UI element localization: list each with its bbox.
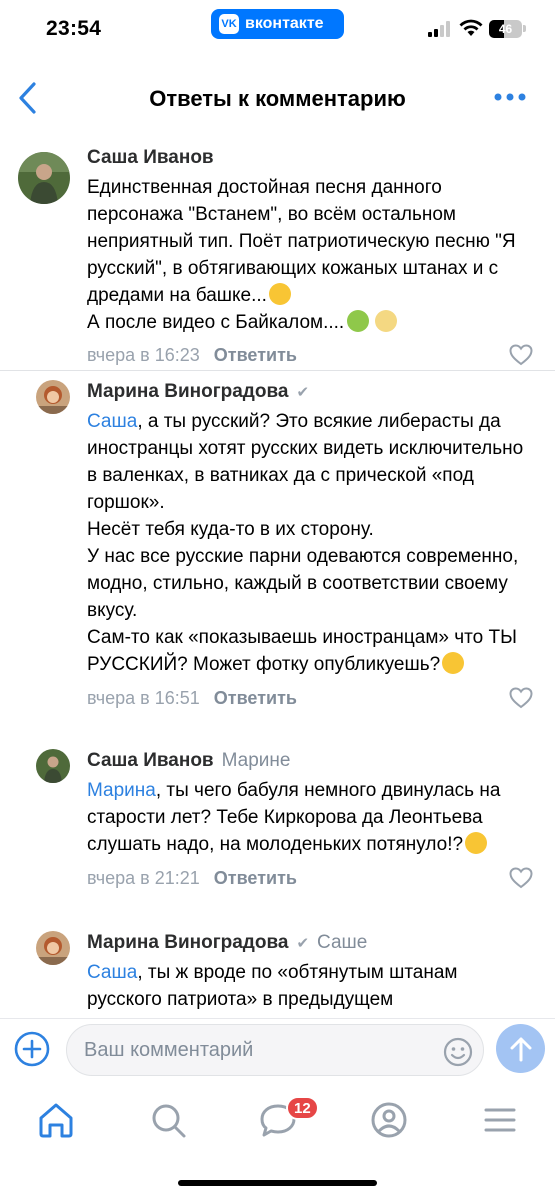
battery-icon: 46 — [489, 20, 522, 38]
nav-header: Ответы к комментарию — [0, 62, 555, 134]
comment-author[interactable]: Саша Иванов — [87, 144, 537, 172]
reply-button[interactable]: Ответить — [214, 688, 297, 709]
comment-date: вчера в 16:51 — [87, 687, 200, 708]
avatar[interactable] — [36, 749, 70, 783]
messages-badge: 12 — [286, 1096, 319, 1120]
status-bar: 23:54 VK вконтакте 46 — [0, 0, 555, 62]
comment-author[interactable]: Саша Иванов Марине — [87, 747, 537, 775]
comment-date: вчера в 16:23 — [87, 344, 200, 365]
heart-icon[interactable] — [509, 867, 533, 889]
sneezing-face-emoji — [374, 310, 397, 332]
reply-comment: Марина Виноградова ✔ Саше Саша, ты ж вро… — [0, 929, 555, 1017]
avatar[interactable] — [18, 152, 70, 204]
home-indicator — [178, 1180, 377, 1186]
mention-link[interactable]: Саша — [87, 411, 137, 432]
author-name[interactable]: Саша Иванов — [87, 147, 214, 169]
face-with-tears-of-joy-emoji — [465, 832, 488, 854]
author-name[interactable]: Саша Иванов — [87, 750, 214, 772]
profile-icon[interactable] — [369, 1100, 409, 1140]
heart-icon[interactable] — [509, 687, 533, 709]
verified-check-icon: ✔ — [296, 935, 310, 952]
comment-text-tail: А после видео с Байкалом.... — [87, 312, 345, 333]
avatar[interactable] — [36, 931, 70, 965]
comment-author[interactable]: Марина Виноградова ✔ — [87, 378, 537, 406]
emoji-smile-icon[interactable] — [443, 1037, 473, 1067]
comment-meta: вчера в 16:23 Ответить — [87, 338, 537, 372]
battery-level: 46 — [498, 22, 513, 36]
comment-input[interactable]: Ваш комментарий — [66, 1024, 484, 1076]
reply-to-label[interactable]: Саше — [317, 932, 367, 954]
rolling-on-floor-laughing-emoji — [442, 652, 465, 674]
comment-meta: вчера в 21:21 Ответить — [87, 861, 537, 895]
mention-link[interactable]: Саша — [87, 962, 137, 983]
verified-check-icon: ✔ — [296, 384, 310, 401]
vk-logo-icon: VK — [219, 14, 239, 34]
arrow-up-icon — [510, 1037, 531, 1061]
author-name[interactable]: Марина Виноградова — [87, 381, 288, 403]
search-icon[interactable] — [148, 1100, 188, 1140]
comment-text-body: , а ты русский? Это всякие либерасты да … — [87, 411, 524, 675]
avatar[interactable] — [36, 380, 70, 414]
comment-text: Саша, ты ж вроде по «обтянутым штанам ру… — [87, 959, 535, 1013]
comment-text: Саша, а ты русский? Это всякие либерасты… — [87, 408, 535, 678]
comment-input-placeholder: Ваш комментарий — [84, 1038, 254, 1061]
home-icon[interactable] — [36, 1100, 76, 1140]
comment-date: вчера в 21:21 — [87, 867, 200, 888]
reply-to-label[interactable]: Марине — [222, 750, 291, 772]
nauseated-face-emoji — [347, 310, 370, 332]
comment-composer: Ваш комментарий — [0, 1018, 555, 1080]
send-button[interactable] — [496, 1024, 545, 1073]
face-with-raised-eyebrow-emoji — [268, 283, 291, 305]
comment-author[interactable]: Марина Виноградова ✔ Саше — [87, 929, 537, 957]
heart-icon[interactable] — [509, 344, 533, 366]
comment-text-body: , ты ж вроде по «обтянутым штанам русско… — [87, 962, 463, 1010]
author-name[interactable]: Марина Виноградова — [87, 932, 288, 954]
add-attachment-icon[interactable] — [14, 1031, 50, 1067]
more-dots-icon[interactable] — [494, 90, 526, 104]
vk-pill-label: вконтакте — [245, 15, 324, 32]
wifi-icon — [459, 19, 483, 36]
mention-link[interactable]: Марина — [87, 780, 156, 801]
vk-app-pill[interactable]: VK вконтакте — [211, 9, 344, 39]
cellular-signal-icon — [428, 21, 450, 37]
comment-text: Единственная достойная песня данного пер… — [87, 174, 535, 336]
divider — [0, 370, 555, 371]
page-title: Ответы к комментарию — [149, 86, 406, 111]
reply-button[interactable]: Ответить — [214, 345, 297, 366]
comment-text-body: Единственная достойная песня данного пер… — [87, 177, 521, 306]
status-time: 23:54 — [46, 17, 102, 40]
menu-icon[interactable] — [480, 1100, 520, 1140]
battery-tip — [523, 25, 526, 32]
reply-button[interactable]: Ответить — [214, 868, 297, 889]
comment-text: Марина, ты чего бабуля немного двинулась… — [87, 777, 535, 858]
comment-meta: вчера в 16:51 Ответить — [87, 681, 537, 715]
